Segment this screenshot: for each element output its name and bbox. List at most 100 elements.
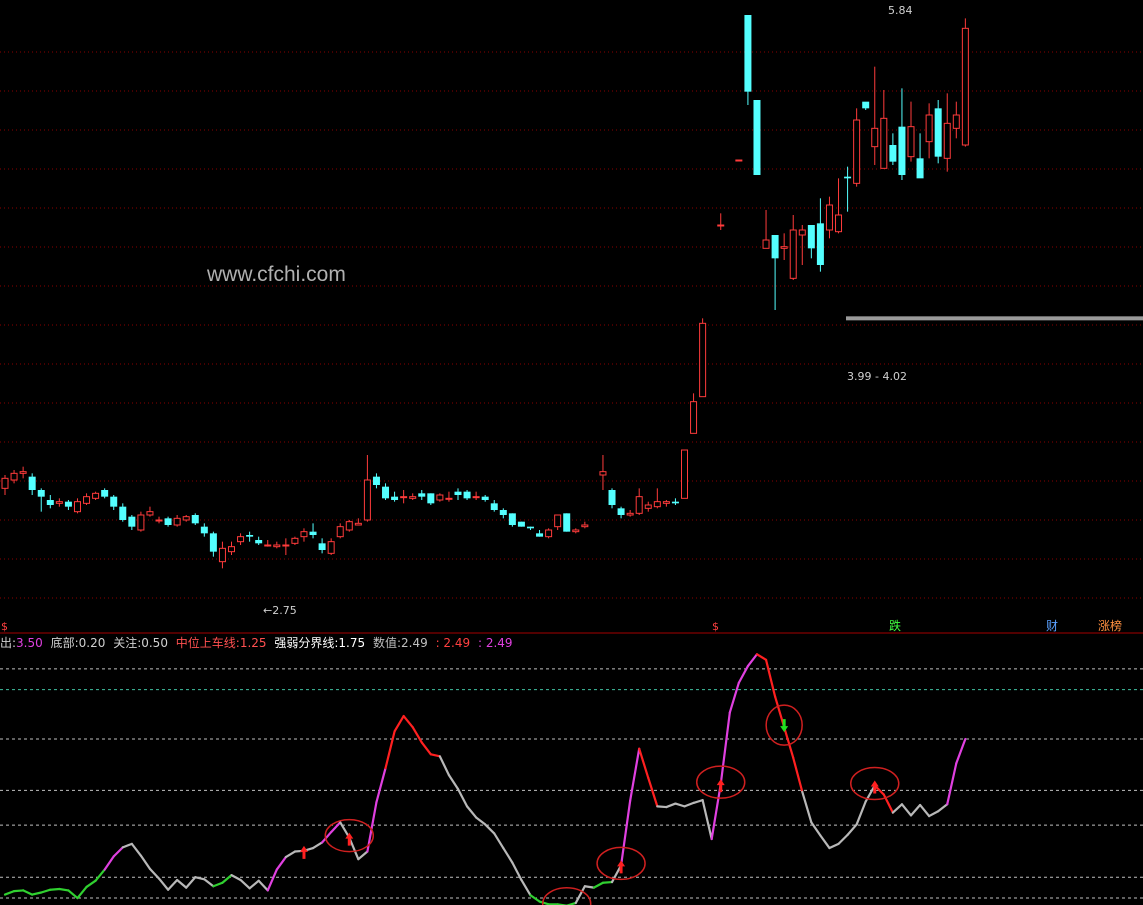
candle-body	[155, 519, 163, 522]
indicator-segment	[58, 887, 70, 892]
indicator-segment	[755, 653, 768, 661]
candles-layer	[1, 15, 969, 569]
candle-body	[55, 501, 63, 504]
indicator-segment	[239, 878, 251, 890]
high-price-label: 5.84	[888, 4, 913, 17]
candle-body	[191, 515, 199, 524]
candle-body	[218, 547, 226, 563]
candle-body	[19, 471, 27, 474]
candle-body	[816, 223, 824, 265]
candle-body	[228, 546, 235, 553]
candle-body	[291, 537, 299, 544]
indicator-segment	[284, 850, 297, 859]
candle-body	[237, 536, 245, 543]
candle-body	[671, 501, 679, 504]
candle-body	[400, 496, 408, 499]
indicator-segment	[393, 714, 405, 733]
indicator-segment	[683, 801, 695, 808]
legend-item1-value: 3.50	[16, 636, 43, 650]
tag-dollar-2: $	[712, 620, 719, 633]
indicator-segment	[638, 747, 650, 779]
indicator-segment	[3, 890, 16, 896]
indicator-segment	[538, 900, 550, 905]
indicator-segment	[221, 874, 233, 884]
indicator-segment	[484, 823, 496, 835]
candle-body	[934, 108, 942, 157]
candle-body	[717, 224, 725, 227]
candle-body	[83, 496, 91, 504]
indicator-segment	[946, 762, 958, 806]
candle-body	[554, 514, 562, 528]
candle-body	[146, 511, 154, 516]
indicator-segment	[909, 803, 922, 817]
indicator-segment	[764, 658, 777, 698]
indicator-segment	[837, 833, 849, 845]
candle-body	[273, 544, 281, 548]
indicator-segment	[928, 810, 940, 818]
candle-body	[762, 239, 770, 249]
indicator-segment	[203, 878, 215, 888]
indicator-segment	[157, 877, 170, 891]
indicator-segment	[67, 889, 79, 900]
indicator-segment	[475, 816, 487, 826]
candle-body	[780, 246, 788, 249]
indicator-segment	[112, 846, 124, 858]
candle-body	[907, 126, 915, 158]
indicator-segment	[819, 834, 831, 850]
indicator-segment	[601, 880, 614, 884]
indicator-segment	[230, 874, 242, 882]
candle-body	[508, 513, 516, 525]
indicator-segment	[212, 881, 224, 888]
indicator-segment	[76, 885, 88, 900]
indicator-segment	[493, 832, 505, 850]
price-range-label: 3.99 - 4.02	[847, 370, 907, 383]
indicator-segment	[619, 799, 632, 867]
candle-body	[336, 526, 344, 538]
candle-body	[490, 503, 498, 510]
candle-body	[128, 516, 136, 527]
indicator-segment	[357, 850, 369, 861]
candle-body	[807, 225, 815, 249]
candle-body	[110, 496, 118, 507]
indicator-segment	[22, 889, 34, 896]
indicator-segment	[692, 799, 704, 804]
indicator-segment	[130, 842, 142, 857]
candle-body	[173, 517, 181, 526]
indicator-segment	[438, 755, 451, 777]
indicator-grid	[0, 668, 1143, 899]
up-arrow-marker	[716, 779, 725, 793]
candle-body	[445, 497, 453, 500]
candle-body	[92, 492, 100, 499]
candle-body	[599, 471, 607, 476]
candle-body	[635, 496, 643, 514]
candle-body	[825, 204, 833, 231]
indicator-segment	[846, 823, 858, 836]
candle-body	[862, 101, 870, 109]
candle-body	[200, 526, 208, 534]
candle-body	[835, 214, 843, 233]
indicator-segment	[656, 805, 668, 809]
candle-body	[943, 122, 951, 159]
watermark: www.cfchi.com	[207, 263, 346, 286]
indicator-segment	[900, 803, 913, 817]
candle-body	[318, 543, 326, 550]
indicator-segment	[384, 730, 396, 770]
legend-item3-label: 关注:	[113, 636, 142, 650]
indicator-segment	[647, 776, 659, 808]
candle-body	[681, 449, 688, 499]
indicator-segment	[103, 855, 115, 871]
candle-body	[880, 117, 888, 169]
candle-body	[898, 126, 906, 175]
candle-body	[246, 535, 254, 537]
indicator-segment	[629, 747, 641, 802]
candle-body	[209, 533, 217, 552]
candle-body	[182, 516, 190, 521]
indicator-segment	[855, 800, 867, 826]
indicator-segment	[31, 891, 43, 896]
indicator-segment	[891, 803, 904, 814]
candle-body	[164, 518, 172, 525]
indicator-segment	[248, 879, 260, 890]
indicator-markers-layer	[299, 704, 900, 905]
candle-body	[853, 119, 861, 184]
candle-body	[517, 521, 525, 527]
